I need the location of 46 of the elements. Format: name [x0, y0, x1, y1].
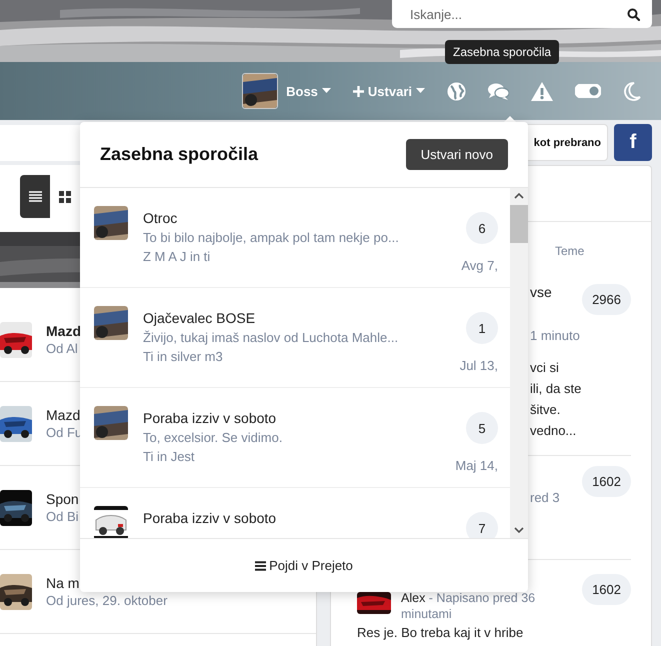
post-meta: Alex - Napisano pred 36 minutami	[401, 590, 536, 622]
thread-title[interactable]: Mazd	[46, 323, 81, 339]
topic-count: 1602	[582, 574, 631, 605]
thread-meta: Od Bi	[46, 509, 79, 524]
inbox-link[interactable]: Pojdi v Prejeto	[255, 558, 353, 573]
topic-count: 1602	[582, 466, 631, 497]
reply-count: 7	[466, 512, 498, 538]
reply-count: 6	[466, 212, 498, 244]
message-preview: To bi bilo najbolje, ampak pol tam nekje po...	[143, 230, 400, 245]
user-menu[interactable]: Boss	[286, 84, 331, 98]
conversation-item[interactable]: Poraba izziv v soboto To, excelsior. Se vidimo. Ti in Jest 5 Maj 14,	[80, 388, 510, 488]
message-date: Maj 14,	[455, 458, 498, 473]
conversation-item[interactable]: Poraba izziv v soboto 7	[80, 488, 510, 538]
thread-title[interactable]: Mazd	[46, 407, 82, 423]
message-preview: Živijo, tukaj imaš naslov od Luchota Mahle...	[143, 330, 400, 345]
participants: Ti in silver m3	[143, 349, 224, 364]
forum-title[interactable]: vse	[530, 284, 582, 300]
conversation-title[interactable]: Poraba izziv v soboto	[143, 510, 451, 526]
search-field[interactable]: Iskanje...	[392, 0, 652, 28]
thread-meta: Od jures, 29. oktober	[46, 593, 168, 608]
post-excerpt: ili, da ste	[530, 380, 582, 398]
topic-count: 2966	[582, 284, 631, 315]
message-date: Jul 13,	[460, 358, 498, 373]
column-header: Teme	[555, 244, 584, 258]
thread-meta: Od Al	[46, 341, 79, 356]
facebook-button[interactable]: f	[614, 124, 652, 161]
reply-count: 5	[466, 412, 498, 444]
conversation-title[interactable]: Poraba izziv v soboto	[143, 410, 440, 426]
tooltip: Zasebna sporočila	[445, 40, 560, 64]
forum-meta: 1 minuto	[530, 328, 581, 343]
thread-title[interactable]: Spon	[46, 491, 79, 507]
participants: Z M A J in ti	[143, 249, 212, 264]
post-excerpt: Res je. Bo treba kaj it v hribe	[357, 626, 524, 640]
post-excerpt: vedno...	[530, 422, 578, 440]
reply-count: 1	[466, 312, 498, 344]
post-excerpt: vci si	[530, 359, 560, 377]
new-message-button[interactable]: Ustvari novo	[406, 139, 508, 170]
post-excerpt: šitve.	[530, 401, 562, 419]
message-preview: To, excelsior. Se vidimo.	[143, 430, 284, 445]
conversation-item[interactable]: Ojačevalec BOSE Živijo, tukaj imaš naslov od Luchota Mahle... Ti in silver m3 1 Jul 13,	[80, 288, 510, 388]
message-date: Avg 7,	[461, 258, 498, 273]
participants: Ti in Jest	[143, 449, 196, 464]
conversation-title[interactable]: Ojačevalec BOSE	[143, 310, 445, 326]
dropdown-title: Zasebna sporočila	[100, 144, 258, 165]
forum-meta: red 3	[530, 490, 560, 505]
conversation-title[interactable]: Otroc	[143, 210, 446, 226]
